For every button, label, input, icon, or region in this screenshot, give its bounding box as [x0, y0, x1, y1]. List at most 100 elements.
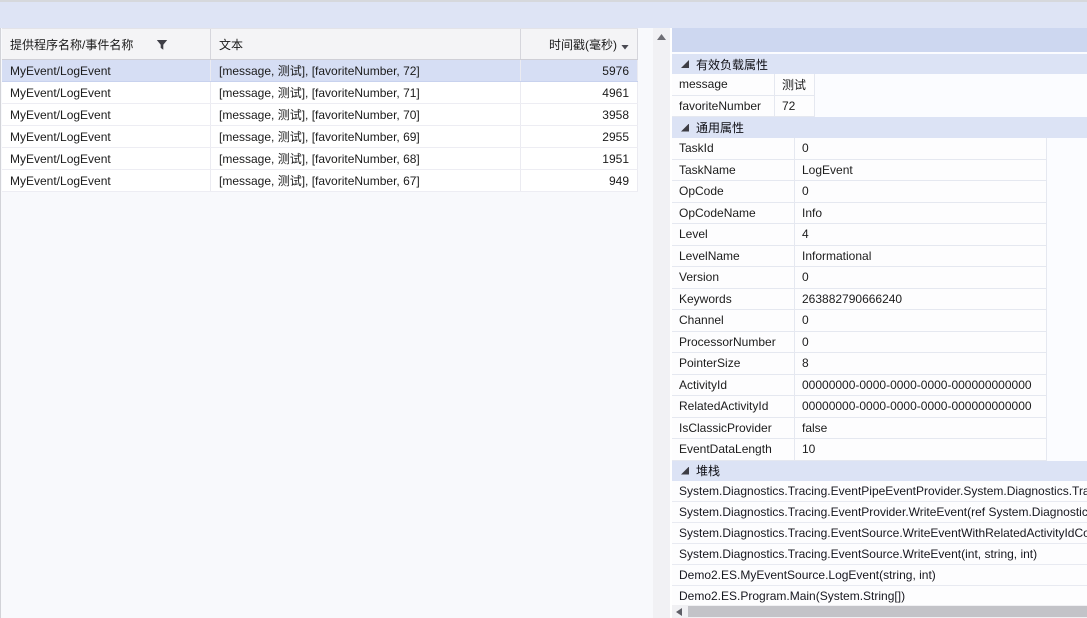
event-timestamp-cell[interactable]: 2955	[521, 126, 638, 147]
property-name[interactable]: Channel	[672, 310, 795, 331]
event-text-cell[interactable]: [message, 测试], [favoriteNumber, 70]	[211, 104, 521, 125]
scrollbar-thumb[interactable]	[688, 606, 1087, 617]
property-name[interactable]: RelatedActivityId	[672, 396, 795, 417]
property-row[interactable]: message 测试	[672, 74, 815, 96]
property-row[interactable]: OpCode 0	[672, 181, 1047, 203]
stack-frames-list: System.Diagnostics.Tracing.EventPipeEven…	[672, 480, 1087, 607]
property-value[interactable]: 10	[795, 439, 1047, 460]
property-name[interactable]: EventDataLength	[672, 439, 795, 460]
property-value[interactable]: 0	[795, 138, 1047, 159]
property-value[interactable]: 0	[795, 310, 1047, 331]
event-row[interactable]: MyEvent/LogEvent [message, 测试], [favorit…	[2, 82, 638, 104]
property-name[interactable]: IsClassicProvider	[672, 417, 795, 438]
property-value[interactable]: 263882790666240	[795, 288, 1047, 309]
property-name[interactable]: LevelName	[672, 245, 795, 266]
event-provider-cell[interactable]: MyEvent/LogEvent	[2, 60, 211, 81]
event-text-cell[interactable]: [message, 测试], [favoriteNumber, 72]	[211, 60, 521, 81]
property-value[interactable]: Info	[795, 202, 1047, 223]
column-header-timestamp[interactable]: 时间戳(毫秒)	[521, 29, 638, 59]
stack-frame[interactable]: System.Diagnostics.Tracing.EventSource.W…	[672, 522, 1087, 544]
property-value[interactable]: 00000000-0000-0000-0000-000000000000	[795, 396, 1047, 417]
event-text-cell[interactable]: [message, 测试], [favoriteNumber, 69]	[211, 126, 521, 147]
column-header-provider-event[interactable]: 提供程序名称/事件名称	[2, 29, 211, 59]
property-value[interactable]: 00000000-0000-0000-0000-000000000000	[795, 374, 1047, 395]
filter-funnel-icon[interactable]	[156, 39, 168, 54]
property-name[interactable]: TaskId	[672, 138, 795, 159]
details-panel: 有效负载属性 message 测试 favoriteNumber 72 通用属性…	[672, 28, 1087, 618]
event-row[interactable]: MyEvent/LogEvent [message, 测试], [favorit…	[2, 170, 638, 192]
property-name[interactable]: OpCode	[672, 181, 795, 202]
stack-frame[interactable]: Demo2.ES.MyEventSource.LogEvent(string, …	[672, 564, 1087, 586]
event-row[interactable]: MyEvent/LogEvent [message, 测试], [favorit…	[2, 148, 638, 170]
property-value[interactable]: 72	[775, 95, 815, 116]
event-timestamp-cell[interactable]: 1951	[521, 148, 638, 169]
property-name[interactable]: ActivityId	[672, 374, 795, 395]
property-row[interactable]: ProcessorNumber 0	[672, 331, 1047, 353]
section-expanded-icon[interactable]	[681, 123, 689, 132]
scroll-up-icon[interactable]	[657, 34, 666, 40]
stack-frame[interactable]: System.Diagnostics.Tracing.EventSource.W…	[672, 543, 1087, 565]
event-provider-cell[interactable]: MyEvent/LogEvent	[2, 82, 211, 103]
stack-frame[interactable]: Demo2.ES.Program.Main(System.String[])	[672, 585, 1087, 607]
property-value[interactable]: 测试	[775, 74, 815, 95]
property-value[interactable]: 0	[795, 267, 1047, 288]
vertical-scrollbar[interactable]	[653, 28, 670, 618]
column-header-text[interactable]: 文本	[211, 29, 521, 59]
property-row[interactable]: IsClassicProvider false	[672, 417, 1047, 439]
property-value[interactable]: Informational	[795, 245, 1047, 266]
property-row[interactable]: Version 0	[672, 267, 1047, 289]
property-row[interactable]: Level 4	[672, 224, 1047, 246]
event-provider-cell[interactable]: MyEvent/LogEvent	[2, 126, 211, 147]
event-text-cell[interactable]: [message, 测试], [favoriteNumber, 67]	[211, 170, 521, 191]
events-table: 提供程序名称/事件名称 文本 时间戳(毫秒) MyEvent/LogEvent …	[2, 28, 638, 192]
event-provider-cell[interactable]: MyEvent/LogEvent	[2, 170, 211, 191]
property-row[interactable]: LevelName Informational	[672, 245, 1047, 267]
property-row[interactable]: TaskName LogEvent	[672, 159, 1047, 181]
property-name[interactable]: Keywords	[672, 288, 795, 309]
property-value[interactable]: false	[795, 417, 1047, 438]
property-row[interactable]: TaskId 0	[672, 138, 1047, 160]
property-row[interactable]: PointerSize 8	[672, 353, 1047, 375]
property-row[interactable]: RelatedActivityId 00000000-0000-0000-000…	[672, 396, 1047, 418]
event-timestamp-cell[interactable]: 949	[521, 170, 638, 191]
property-row[interactable]: Channel 0	[672, 310, 1047, 332]
event-provider-cell[interactable]: MyEvent/LogEvent	[2, 148, 211, 169]
event-row[interactable]: MyEvent/LogEvent [message, 测试], [favorit…	[2, 60, 638, 82]
stack-frame[interactable]: System.Diagnostics.Tracing.EventProvider…	[672, 501, 1087, 523]
property-row[interactable]: ActivityId 00000000-0000-0000-0000-00000…	[672, 374, 1047, 396]
property-value[interactable]: 4	[795, 224, 1047, 245]
property-row[interactable]: EventDataLength 10	[672, 439, 1047, 461]
property-value[interactable]: 8	[795, 353, 1047, 374]
property-name[interactable]: Level	[672, 224, 795, 245]
section-header-common[interactable]: 通用属性	[672, 117, 1087, 138]
property-name[interactable]: message	[672, 74, 775, 95]
property-name[interactable]: ProcessorNumber	[672, 331, 795, 352]
property-value[interactable]: LogEvent	[795, 159, 1047, 180]
event-text-cell[interactable]: [message, 测试], [favoriteNumber, 71]	[211, 82, 521, 103]
property-value[interactable]: 0	[795, 331, 1047, 352]
event-timestamp-cell[interactable]: 4961	[521, 82, 638, 103]
event-timestamp-cell[interactable]: 3958	[521, 104, 638, 125]
property-name[interactable]: Version	[672, 267, 795, 288]
section-expanded-icon[interactable]	[681, 60, 689, 68]
section-header-stack[interactable]: 堆栈	[672, 460, 1087, 481]
event-provider-cell[interactable]: MyEvent/LogEvent	[2, 104, 211, 125]
property-row[interactable]: favoriteNumber 72	[672, 95, 815, 117]
property-name[interactable]: OpCodeName	[672, 202, 795, 223]
section-header-payload[interactable]: 有效负载属性	[672, 54, 1087, 74]
property-name[interactable]: PointerSize	[672, 353, 795, 374]
event-row[interactable]: MyEvent/LogEvent [message, 测试], [favorit…	[2, 126, 638, 148]
property-value[interactable]: 0	[795, 181, 1047, 202]
property-row[interactable]: Keywords 263882790666240	[672, 288, 1047, 310]
property-name[interactable]: favoriteNumber	[672, 95, 775, 116]
sort-descending-icon	[621, 44, 629, 50]
horizontal-scrollbar[interactable]	[672, 605, 1087, 618]
event-timestamp-cell[interactable]: 5976	[521, 60, 638, 81]
property-row[interactable]: OpCodeName Info	[672, 202, 1047, 224]
property-name[interactable]: TaskName	[672, 159, 795, 180]
scroll-left-icon[interactable]	[676, 608, 682, 616]
stack-frame[interactable]: System.Diagnostics.Tracing.EventPipeEven…	[672, 480, 1087, 502]
event-row[interactable]: MyEvent/LogEvent [message, 测试], [favorit…	[2, 104, 638, 126]
section-expanded-icon[interactable]	[681, 466, 689, 475]
event-text-cell[interactable]: [message, 测试], [favoriteNumber, 68]	[211, 148, 521, 169]
